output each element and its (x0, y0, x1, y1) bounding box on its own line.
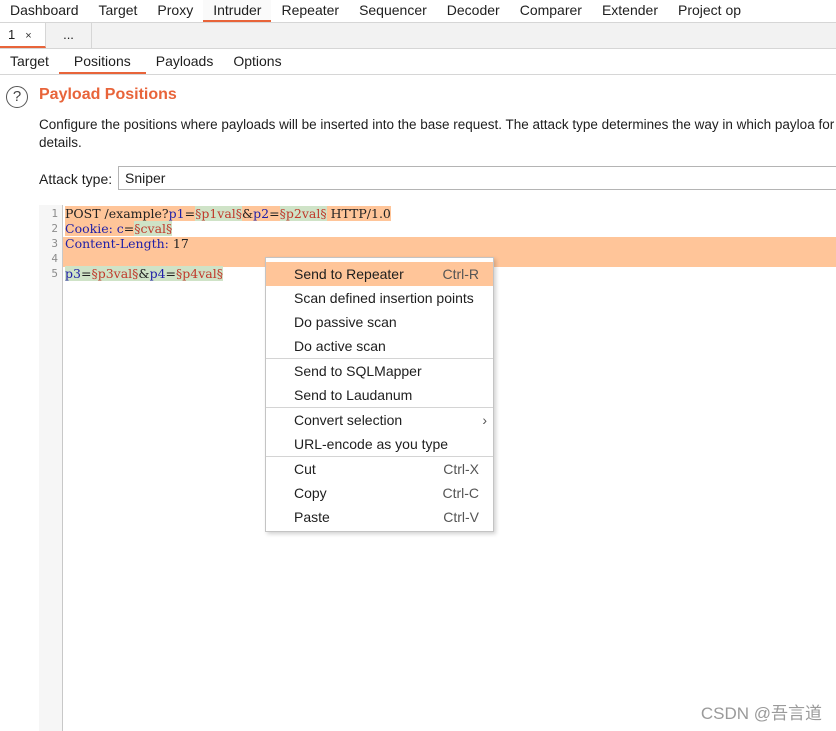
tab-project-options[interactable]: Project op (668, 0, 751, 22)
param-name: p3 (65, 266, 81, 281)
menu-item-label: Copy (294, 485, 327, 501)
subtab-target[interactable]: Target (0, 49, 59, 74)
menu-item-send-to-repeater[interactable]: Send to Repeater Ctrl-R (266, 262, 493, 286)
header-name: Content-Length: (65, 236, 173, 251)
menu-item-convert-selection[interactable]: Convert selection › (266, 408, 493, 432)
param-sep: & (138, 266, 150, 281)
http-version: HTTP/1.0 (326, 206, 391, 221)
menu-item-send-to-laudanum[interactable]: Send to Laudanum (266, 383, 493, 407)
menu-item-paste[interactable]: Paste Ctrl-V (266, 505, 493, 529)
tab-proxy[interactable]: Proxy (147, 0, 203, 22)
line-number: 2 (51, 222, 58, 235)
tab-repeater[interactable]: Repeater (271, 0, 349, 22)
line-number: 5 (51, 267, 58, 280)
subtab-payloads[interactable]: Payloads (146, 49, 224, 74)
param-eq: = (123, 221, 135, 236)
param-sep: & (242, 206, 254, 221)
request-method-path: POST /example? (65, 206, 169, 221)
param-eq: = (184, 206, 196, 221)
menu-item-shortcut: Ctrl-V (443, 509, 479, 525)
subtab-positions[interactable]: Positions (58, 49, 146, 74)
menu-item-label: Cut (294, 461, 316, 477)
tab-sequencer[interactable]: Sequencer (349, 0, 437, 22)
page-description: Configure the positions where payloads w… (39, 117, 836, 150)
header-value: 17 (172, 236, 189, 251)
request-line-2: Cookie: c=§cval§ (65, 221, 173, 236)
help-icon[interactable]: ? (6, 86, 28, 108)
menu-item-do-active-scan[interactable]: Do active scan (266, 334, 493, 358)
payload-position: §p1val§ (195, 206, 243, 221)
menu-item-copy[interactable]: Copy Ctrl-C (266, 481, 493, 505)
tab-decoder[interactable]: Decoder (437, 0, 510, 22)
line-number: 3 (51, 237, 58, 250)
param-eq: = (80, 266, 92, 281)
new-attack-tab[interactable]: ... (46, 23, 92, 48)
menu-item-label: Send to Repeater (294, 266, 404, 282)
line-number: 1 (51, 207, 58, 220)
menu-item-label: Send to SQLMapper (294, 363, 422, 379)
menu-item-shortcut: Ctrl-C (442, 485, 479, 501)
request-line-3: Content-Length: 17 (65, 236, 189, 251)
payload-position: §p4val§ (176, 266, 223, 281)
menu-item-label: Do active scan (294, 338, 386, 354)
chevron-right-icon: › (482, 412, 487, 428)
menu-item-cut[interactable]: Cut Ctrl-X (266, 457, 493, 481)
attack-tab-bar: 1 × ... (0, 23, 836, 49)
line-number-gutter: 1 2 3 4 5 (39, 205, 63, 731)
context-menu: Send to Repeater Ctrl-R Scan defined inse… (265, 257, 494, 532)
subtab-options[interactable]: Options (223, 49, 291, 74)
request-line-1: POST /example?p1=§p1val§&p2=§p2val§ HTTP… (65, 206, 391, 221)
line-number: 4 (51, 252, 58, 265)
param-eq: = (165, 266, 177, 281)
close-icon[interactable]: × (25, 30, 31, 42)
page-title: Payload Positions (39, 86, 177, 103)
param-name: p1 (168, 206, 185, 221)
attack-type-select[interactable]: Sniper (118, 166, 836, 190)
payload-position: §cval§ (134, 221, 173, 236)
menu-item-url-encode-as-you-type[interactable]: URL-encode as you type (266, 432, 493, 456)
menu-item-scan-defined-insertion-points[interactable]: Scan defined insertion points (266, 286, 493, 310)
attack-tab-label: 1 (8, 27, 16, 42)
menu-item-label: Send to Laudanum (294, 387, 413, 403)
menu-item-label: Paste (294, 509, 330, 525)
tab-intruder[interactable]: Intruder (203, 0, 272, 22)
menu-item-do-passive-scan[interactable]: Do passive scan (266, 310, 493, 334)
menu-item-shortcut: Ctrl-R (442, 266, 479, 282)
menu-item-label: URL-encode as you type (294, 436, 449, 452)
attack-type-label: Attack type: (39, 171, 113, 187)
attack-tab-1[interactable]: 1 × (0, 23, 46, 48)
menu-item-send-to-sqlmapper[interactable]: Send to SQLMapper (266, 359, 493, 383)
menu-item-label: Scan defined insertion points (294, 290, 474, 306)
menu-item-label: Do passive scan (294, 314, 397, 330)
payload-position: §p2val§ (279, 206, 327, 221)
menu-item-label: Convert selection (294, 412, 403, 428)
menu-item-shortcut: Ctrl-X (443, 461, 479, 477)
cookie-name: c (116, 221, 124, 236)
tab-dashboard[interactable]: Dashboard (0, 0, 89, 22)
payload-position: §p3val§ (91, 266, 139, 281)
param-eq: = (269, 206, 280, 221)
param-name: p4 (149, 266, 166, 281)
param-name: p2 (253, 206, 270, 221)
request-line-5: p3=§p3val§&p4=§p4val§ (65, 266, 223, 281)
header-name: Cookie: (65, 221, 117, 236)
watermark: CSDN @吾言道 (700, 704, 822, 723)
tab-target[interactable]: Target (89, 0, 148, 22)
main-tab-bar: Dashboard Target Proxy Intruder Repeater… (0, 0, 836, 23)
tab-comparer[interactable]: Comparer (510, 0, 592, 22)
intruder-sub-tab-bar: Target Positions Payloads Options (0, 49, 836, 75)
tab-extender[interactable]: Extender (592, 0, 668, 22)
